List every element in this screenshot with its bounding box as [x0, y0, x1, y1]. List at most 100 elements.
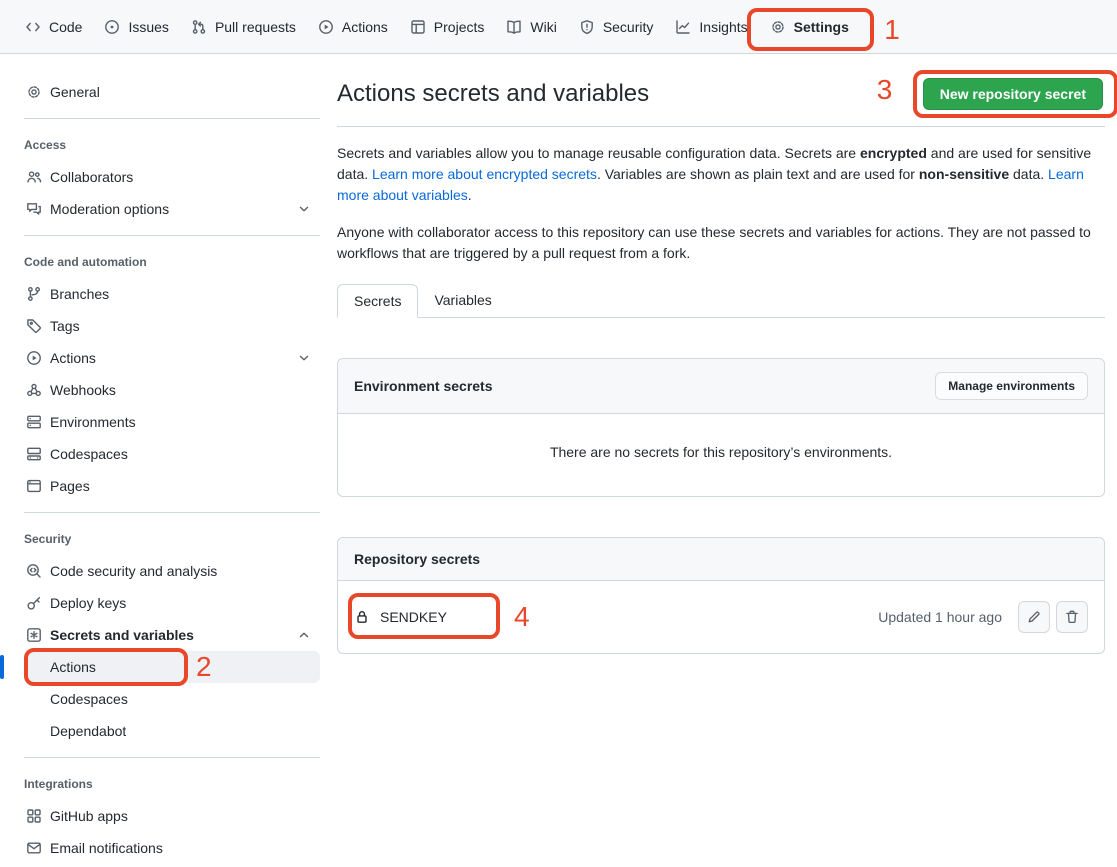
intro-bold-non-sensitive: non-sensitive — [919, 166, 1009, 182]
sidebar-item-label: General — [50, 84, 100, 100]
environment-secrets-title: Environment secrets — [354, 378, 493, 394]
sidebar-section-integrations: Integrations — [24, 768, 320, 800]
asterisk-box-icon — [26, 627, 42, 643]
sidebar-item-collaborators[interactable]: Collaborators — [24, 161, 320, 193]
secret-name: SENDKEY — [380, 609, 447, 625]
collaborator-access-paragraph: Anyone with collaborator access to this … — [337, 222, 1105, 264]
key-icon — [26, 595, 42, 611]
sidebar-item-moderation-options[interactable]: Moderation options — [24, 193, 320, 225]
repo-tab-bar: Code Issues Pull requests Actions Projec… — [0, 0, 1117, 54]
secrets-variables-tabs: Secrets Variables — [337, 284, 1105, 318]
tab-insights[interactable]: Insights — [664, 0, 758, 53]
current-item-indicator — [0, 655, 4, 679]
intro-bold-encrypted: encrypted — [860, 145, 927, 161]
sidebar-item-deploy-keys[interactable]: Deploy keys — [24, 587, 320, 619]
book-icon — [506, 19, 522, 35]
sidebar-item-branches[interactable]: Branches — [24, 278, 320, 310]
tag-icon — [26, 318, 42, 334]
git-branch-icon — [26, 286, 42, 302]
sidebar-item-label: Webhooks — [50, 382, 116, 398]
sidebar-item-code-security-and-analysis[interactable]: Code security and analysis — [24, 555, 320, 587]
intro-text: . — [468, 187, 472, 203]
sidebar-item-general[interactable]: General — [24, 76, 320, 108]
sidebar-item-webhooks[interactable]: Webhooks — [24, 374, 320, 406]
tab-variables[interactable]: Variables — [418, 284, 507, 317]
sidebar-item-label: Environments — [50, 414, 136, 430]
tab-secrets[interactable]: Secrets — [337, 284, 418, 318]
git-pull-request-icon — [191, 19, 207, 35]
delete-secret-button[interactable] — [1056, 601, 1088, 633]
secret-updated-label: Updated 1 hour ago — [878, 609, 1002, 625]
sidebar-item-secrets-codespaces[interactable]: Codespaces — [24, 683, 320, 715]
intro-text: . Variables are shown as plain text and … — [597, 166, 919, 182]
chevron-down-icon — [296, 350, 312, 366]
repository-secrets-box: Repository secrets SENDKEY Updated 1 hou… — [337, 537, 1105, 654]
comment-discussion-icon — [26, 201, 42, 217]
annotation-number-3: 3 — [877, 76, 893, 104]
server-rows-icon — [26, 414, 42, 430]
sidebar-item-environments[interactable]: Environments — [24, 406, 320, 438]
tab-wiki[interactable]: Wiki — [495, 0, 567, 53]
active-tab-underline — [765, 47, 854, 49]
sidebar-divider — [24, 118, 320, 119]
pencil-icon — [1026, 609, 1042, 625]
sidebar-item-label: Secrets and variables — [50, 627, 194, 643]
annotation-number-1: 1 — [884, 16, 900, 44]
tab-label: Projects — [434, 19, 485, 35]
play-icon — [318, 19, 334, 35]
shield-icon — [579, 19, 595, 35]
sidebar-item-email-notifications[interactable]: Email notifications — [24, 832, 320, 864]
gear-icon — [770, 19, 786, 35]
sidebar-item-github-apps[interactable]: GitHub apps — [24, 800, 320, 832]
sidebar-item-secrets-actions[interactable]: Actions 2 — [24, 651, 320, 683]
sidebar-item-label: Codespaces — [50, 446, 128, 462]
annotation-box-2 — [24, 648, 188, 686]
codescan-icon — [26, 563, 42, 579]
annotation-number-2: 2 — [196, 653, 212, 681]
sidebar-item-label: Email notifications — [50, 840, 163, 856]
link-learn-more-encrypted-secrets[interactable]: Learn more about encrypted secrets — [372, 166, 597, 182]
tab-actions[interactable]: Actions — [307, 0, 399, 53]
tab-issues[interactable]: Issues — [93, 0, 179, 53]
sidebar-item-label: Pages — [50, 478, 90, 494]
sidebar-item-label: Deploy keys — [50, 595, 126, 611]
tab-pull-requests[interactable]: Pull requests — [180, 0, 307, 53]
environment-secrets-box: Environment secrets Manage environments … — [337, 358, 1105, 497]
graph-icon — [675, 19, 691, 35]
sidebar-item-label: Branches — [50, 286, 109, 302]
repository-secrets-header: Repository secrets — [338, 538, 1104, 581]
sidebar-item-secrets-and-variables[interactable]: Secrets and variables — [24, 619, 320, 651]
tab-security[interactable]: Security — [568, 0, 665, 53]
gear-icon — [26, 84, 42, 100]
sidebar-item-tags[interactable]: Tags — [24, 310, 320, 342]
intro-paragraph: Secrets and variables allow you to manag… — [337, 143, 1105, 206]
tab-settings[interactable]: Settings 1 — [759, 0, 860, 53]
intro-text: data. — [1009, 166, 1048, 182]
chevron-down-icon — [296, 201, 312, 217]
tab-label: Wiki — [530, 19, 556, 35]
intro-text: Secrets and variables allow you to manag… — [337, 145, 860, 161]
sidebar-item-secrets-dependabot[interactable]: Dependabot — [24, 715, 320, 747]
new-repository-secret-button[interactable]: New repository secret — [923, 78, 1103, 110]
sidebar-item-actions[interactable]: Actions — [24, 342, 320, 374]
sidebar-item-pages[interactable]: Pages — [24, 470, 320, 502]
sidebar-item-codespaces[interactable]: Codespaces — [24, 438, 320, 470]
sidebar-item-label: Actions — [50, 350, 96, 366]
secret-name-group: SENDKEY — [354, 609, 447, 625]
tab-label: Code — [49, 19, 82, 35]
sidebar-item-label: Tags — [50, 318, 80, 334]
tab-label: Issues — [128, 19, 168, 35]
tab-label: Insights — [699, 19, 747, 35]
chevron-up-icon — [296, 627, 312, 643]
issue-opened-icon — [104, 19, 120, 35]
environment-secrets-header: Environment secrets Manage environments — [338, 359, 1104, 414]
edit-secret-button[interactable] — [1018, 601, 1050, 633]
main-content: Actions secrets and variables New reposi… — [337, 54, 1117, 654]
tab-code[interactable]: Code — [14, 0, 93, 53]
tab-label: Security — [603, 19, 654, 35]
people-icon — [26, 169, 42, 185]
apps-grid-icon — [26, 808, 42, 824]
tab-projects[interactable]: Projects — [399, 0, 496, 53]
manage-environments-button[interactable]: Manage environments — [935, 372, 1088, 400]
sidebar-item-label: Collaborators — [50, 169, 133, 185]
